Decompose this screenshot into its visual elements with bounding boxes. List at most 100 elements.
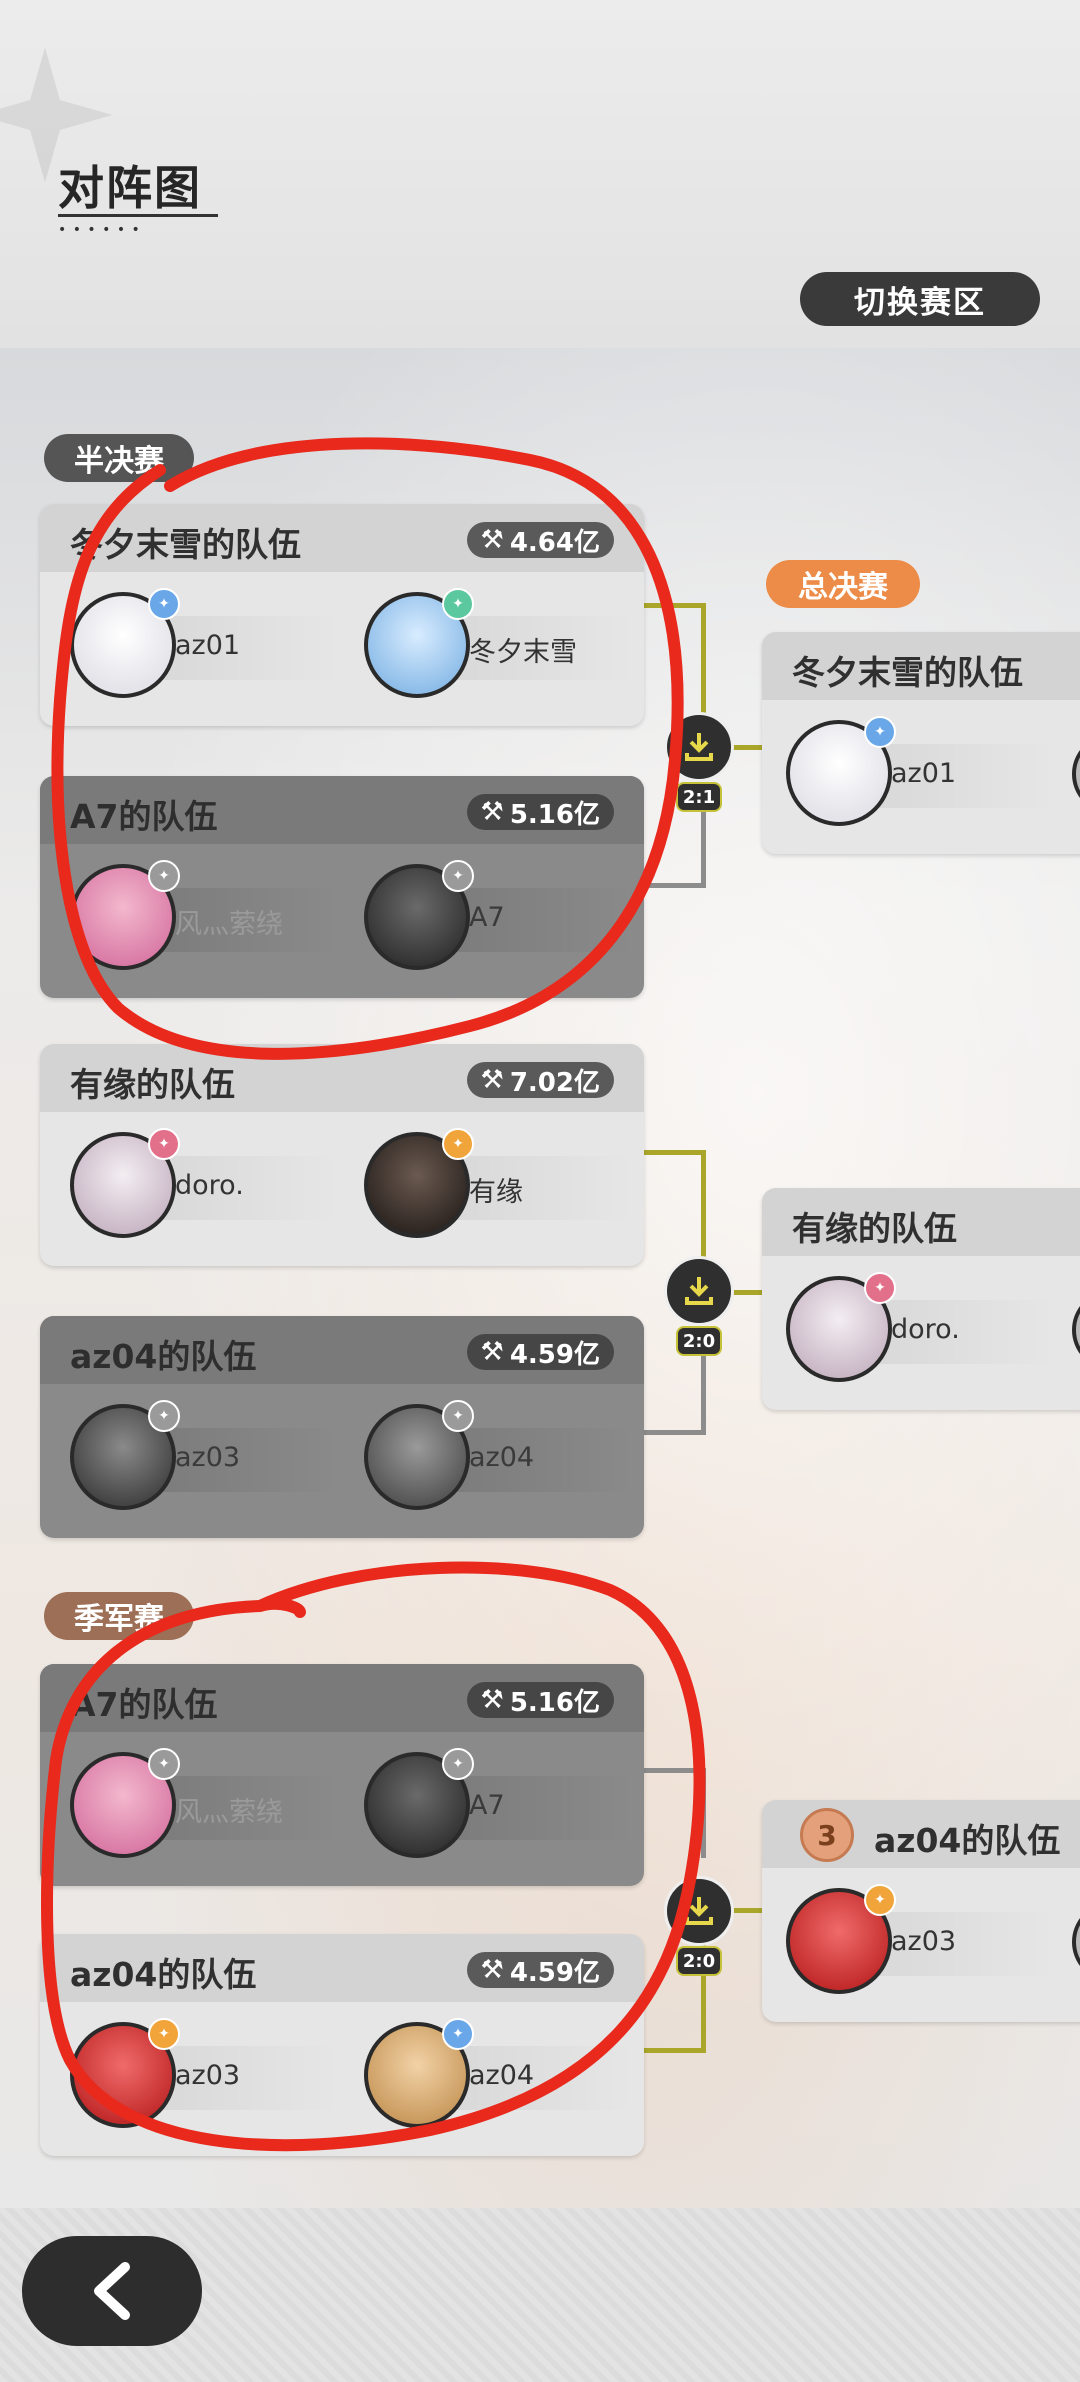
final-pill: 总决赛 bbox=[766, 560, 920, 608]
power-icon: ⚒ bbox=[480, 1685, 504, 1715]
player-name: az03 bbox=[175, 2060, 241, 2091]
power-icon: ⚒ bbox=[480, 1065, 504, 1095]
team-card[interactable]: 有缘的队伍 ⚒ 7.02亿 ✦ doro. ✦ 有缘 bbox=[40, 1044, 644, 1266]
connector bbox=[644, 883, 706, 888]
team-name: 有缘的队伍 bbox=[70, 1065, 235, 1104]
member-slot[interactable]: ✦ 风灬萦绕 bbox=[60, 860, 340, 982]
power-value: 5.16亿 bbox=[509, 1687, 600, 1718]
rank-icon: ✦ bbox=[148, 860, 180, 892]
member-slot[interactable]: ✦ az04 bbox=[354, 2018, 634, 2140]
power-value: 4.59亿 bbox=[509, 1339, 600, 1370]
back-button[interactable] bbox=[22, 2236, 202, 2346]
team-name: 冬夕末雪的队伍 bbox=[792, 653, 1023, 692]
member-slot[interactable]: ✦ 有缘 bbox=[354, 1128, 634, 1250]
rank-icon: ✦ bbox=[864, 1884, 896, 1916]
player-name: 有缘 bbox=[469, 1177, 523, 1208]
member-slot[interactable]: ✦ az03 bbox=[776, 1884, 1056, 2006]
download-icon bbox=[685, 1277, 713, 1305]
player-name: A7 bbox=[469, 1790, 505, 1821]
connector bbox=[701, 1345, 706, 1435]
player-name: A7 bbox=[469, 902, 505, 933]
player-name: az04 bbox=[469, 1442, 535, 1473]
third-place-team-card[interactable]: 3 az04的队伍 ✦ az03 bbox=[762, 1800, 1080, 2022]
team-name: az04的队伍 bbox=[70, 1337, 257, 1376]
avatar-partial bbox=[1072, 1902, 1080, 1982]
power-icon: ⚒ bbox=[480, 1955, 504, 1985]
member-slot[interactable]: ✦ az03 bbox=[60, 1400, 340, 1522]
power-icon: ⚒ bbox=[480, 525, 504, 555]
rank-icon: ✦ bbox=[864, 1272, 896, 1304]
power-icon: ⚒ bbox=[480, 1337, 504, 1367]
final-team-card[interactable]: 冬夕末雪的队伍 ✦ az01 bbox=[762, 632, 1080, 854]
score-chip: 2:1 bbox=[676, 782, 722, 812]
rank-icon: ✦ bbox=[442, 2018, 474, 2050]
final-team-card[interactable]: 有缘的队伍 ✦ doro. bbox=[762, 1188, 1080, 1410]
player-name: doro. bbox=[891, 1314, 960, 1345]
team-card[interactable]: A7的队伍 ⚒ 5.16亿 ✦ 风灬萦绕 ✦ A7 bbox=[40, 776, 644, 998]
member-slot[interactable]: ✦ az01 bbox=[776, 716, 1056, 838]
power-value: 4.64亿 bbox=[509, 527, 600, 558]
member-slot[interactable]: ✦ doro. bbox=[776, 1272, 1056, 1394]
team-name: A7的队伍 bbox=[70, 797, 218, 836]
player-name: doro. bbox=[175, 1170, 244, 1201]
title-dots: • • • • • • bbox=[58, 222, 141, 238]
back-arrow-icon bbox=[94, 2262, 130, 2320]
header: 对阵图 • • • • • • 切换赛区 bbox=[0, 0, 1080, 348]
score-chip: 2:0 bbox=[676, 1946, 722, 1976]
connector bbox=[644, 1430, 706, 1435]
connector bbox=[644, 1768, 706, 1773]
avatar-partial bbox=[1072, 1290, 1080, 1370]
team-name: 冬夕末雪的队伍 bbox=[70, 525, 301, 564]
team-name: az04的队伍 bbox=[70, 1955, 257, 1994]
member-slot[interactable]: ✦ az03 bbox=[60, 2018, 340, 2140]
member-slot[interactable]: ✦ doro. bbox=[60, 1128, 340, 1250]
player-name: az01 bbox=[175, 630, 241, 661]
player-name: az03 bbox=[175, 1442, 241, 1473]
download-icon bbox=[685, 1897, 713, 1925]
team-card[interactable]: A7的队伍 ⚒ 5.16亿 ✦ 风灬萦绕 ✦ A7 bbox=[40, 1664, 644, 1886]
power-badge: ⚒ 4.59亿 bbox=[466, 1334, 614, 1370]
team-name: A7的队伍 bbox=[70, 1685, 218, 1724]
semifinal-pill: 半决赛 bbox=[44, 434, 194, 482]
player-name: 风灬萦绕 bbox=[175, 909, 283, 940]
player-name: az04 bbox=[469, 2060, 535, 2091]
member-slot[interactable]: ✦ az04 bbox=[354, 1400, 634, 1522]
rank-icon: ✦ bbox=[442, 860, 474, 892]
team-name: 有缘的队伍 bbox=[792, 1209, 957, 1248]
avatar-partial bbox=[1072, 734, 1080, 814]
member-slot[interactable]: ✦ az01 bbox=[60, 588, 340, 710]
rank-icon: ✦ bbox=[864, 716, 896, 748]
rank-icon: ✦ bbox=[442, 1400, 474, 1432]
power-value: 4.59亿 bbox=[509, 1957, 600, 1988]
switch-region-button[interactable]: 切换赛区 bbox=[800, 272, 1040, 326]
team-card[interactable]: az04的队伍 ⚒ 4.59亿 ✦ az03 ✦ az04 bbox=[40, 1316, 644, 1538]
third-place-medal-icon: 3 bbox=[800, 1808, 854, 1862]
replay-download-button[interactable] bbox=[664, 712, 734, 782]
connector bbox=[701, 800, 706, 888]
score-chip: 2:0 bbox=[676, 1326, 722, 1356]
member-slot[interactable]: ✦ 风灬萦绕 bbox=[60, 1748, 340, 1870]
rank-icon: ✦ bbox=[148, 1128, 180, 1160]
player-name: az01 bbox=[891, 758, 957, 789]
page-title: 对阵图 bbox=[58, 161, 202, 215]
rank-icon: ✦ bbox=[442, 1128, 474, 1160]
player-name: 冬夕末雪 bbox=[469, 637, 577, 668]
power-badge: ⚒ 7.02亿 bbox=[466, 1062, 614, 1098]
connector bbox=[644, 1150, 706, 1155]
member-slot[interactable]: ✦ 冬夕末雪 bbox=[354, 588, 634, 710]
connector bbox=[644, 603, 706, 608]
replay-download-button[interactable] bbox=[664, 1256, 734, 1326]
team-card[interactable]: az04的队伍 ⚒ 4.59亿 ✦ az03 ✦ az04 bbox=[40, 1934, 644, 2156]
connector bbox=[644, 2048, 706, 2053]
third-place-pill: 季军赛 bbox=[44, 1592, 194, 1640]
power-badge: ⚒ 5.16亿 bbox=[466, 794, 614, 830]
member-slot[interactable]: ✦ A7 bbox=[354, 860, 634, 982]
power-value: 5.16亿 bbox=[509, 799, 600, 830]
player-name: 风灬萦绕 bbox=[175, 1797, 283, 1828]
power-icon: ⚒ bbox=[480, 797, 504, 827]
team-card[interactable]: 冬夕末雪的队伍 ⚒ 4.64亿 ✦ az01 ✦ 冬夕末雪 bbox=[40, 504, 644, 726]
rank-icon: ✦ bbox=[148, 2018, 180, 2050]
replay-download-button[interactable] bbox=[664, 1876, 734, 1946]
player-name: az03 bbox=[891, 1926, 957, 1957]
member-slot[interactable]: ✦ A7 bbox=[354, 1748, 634, 1870]
